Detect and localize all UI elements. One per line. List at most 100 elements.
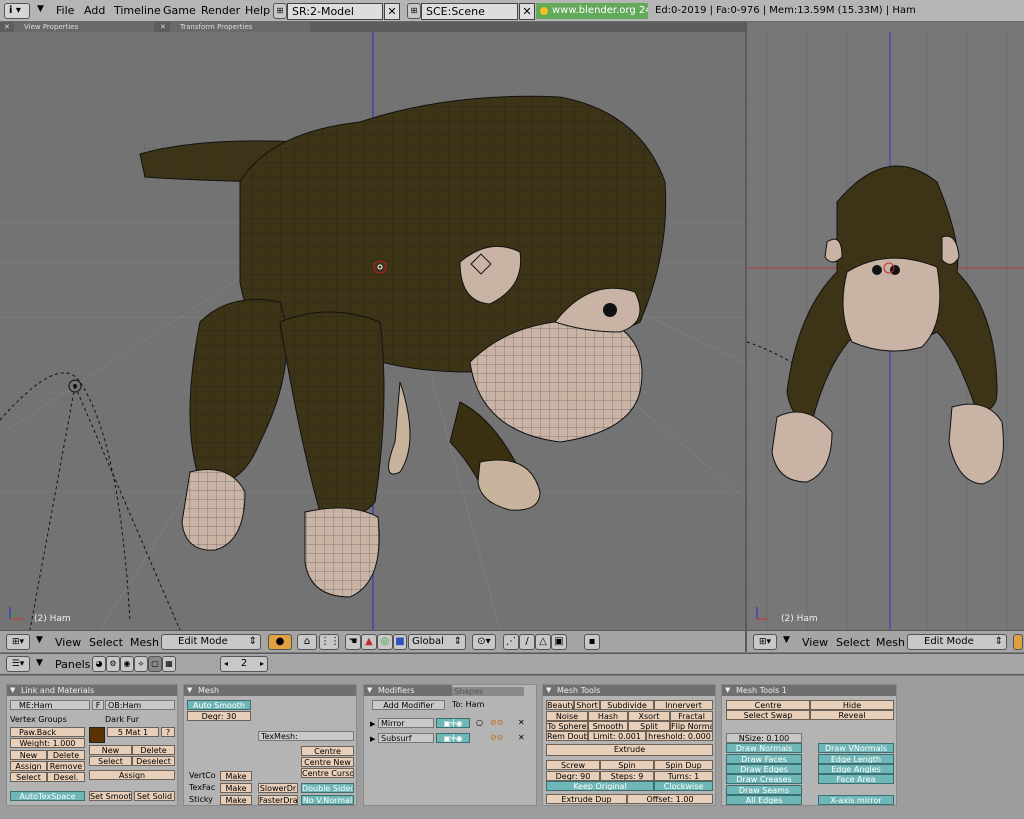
- panel-title[interactable]: Mesh Tools 1: [722, 685, 896, 696]
- centre-view-button[interactable]: Centre: [726, 700, 810, 710]
- auto-smooth-toggle[interactable]: Auto Smooth: [187, 700, 251, 710]
- remove-modifier-icon[interactable]: ✕: [518, 733, 525, 743]
- modifier-mirror-name[interactable]: Mirror: [378, 718, 434, 728]
- menu-mesh[interactable]: Mesh: [130, 636, 159, 649]
- short-toggle[interactable]: Short: [574, 700, 600, 710]
- collapse-menu-icon[interactable]: ▼: [783, 635, 790, 645]
- occlude-icon[interactable]: ▣: [551, 634, 567, 650]
- select-swap-button[interactable]: Select Swap: [726, 710, 810, 720]
- scene-browse-icon[interactable]: ⊞: [407, 3, 421, 19]
- vgroup-remove-button[interactable]: Remove: [47, 761, 85, 771]
- limit-field[interactable]: Limit: 0.001: [588, 731, 646, 741]
- panel-title[interactable]: Link and Materials: [7, 685, 177, 696]
- subsurf-visibility-toggles[interactable]: ▣╪◉: [436, 733, 470, 743]
- help-button[interactable]: ?: [161, 727, 175, 737]
- vertco-make-button[interactable]: Make: [220, 771, 252, 781]
- cage-toggle-icon[interactable]: ○: [476, 718, 483, 728]
- edge-select-icon[interactable]: /: [519, 634, 535, 650]
- xsort-button[interactable]: Xsort: [628, 711, 670, 721]
- draw-edges-toggle[interactable]: Draw Edges: [726, 764, 802, 774]
- vgroup-deselect-button[interactable]: Desel.: [47, 772, 85, 782]
- object-icon[interactable]: ⟡: [134, 656, 148, 672]
- panel-title[interactable]: Mesh: [184, 685, 356, 696]
- screw-button[interactable]: Screw: [546, 760, 600, 770]
- fake-user-button[interactable]: F: [92, 700, 104, 710]
- collapse-menu-icon[interactable]: ▼: [37, 4, 44, 14]
- panel-title[interactable]: Mesh Tools: [543, 685, 715, 696]
- rotate-icon[interactable]: ◎: [377, 634, 393, 650]
- pivot-icon[interactable]: ⌂: [297, 634, 317, 650]
- set-solid-button[interactable]: Set Solid: [134, 791, 175, 801]
- smooth-button[interactable]: Smooth: [588, 721, 628, 731]
- degree-field[interactable]: Degr: 90: [546, 771, 600, 781]
- autotexspace-toggle[interactable]: AutoTexSpace: [10, 791, 85, 801]
- screen-name-field[interactable]: SR:2-Model: [287, 3, 383, 20]
- face-area-toggle[interactable]: Face Area: [818, 774, 894, 784]
- smooth-degree-field[interactable]: Degr: 30: [187, 711, 251, 721]
- menu-select[interactable]: Select: [836, 636, 870, 649]
- material-new-button[interactable]: New: [89, 745, 132, 755]
- turns-field[interactable]: Turns: 1: [654, 771, 713, 781]
- side-3d-viewport[interactable]: (2) Ham: [747, 22, 1024, 630]
- menu-view[interactable]: View: [802, 636, 828, 649]
- material-assign-button[interactable]: Assign: [89, 770, 175, 780]
- info-icon[interactable]: i ▾: [4, 3, 30, 19]
- draw-type-icon[interactable]: [1013, 634, 1023, 650]
- no-vnormal-toggle[interactable]: No V.Normal: [301, 795, 354, 805]
- frame-number-field[interactable]: ◂ 2 ▸: [220, 656, 268, 672]
- draw-seams-toggle[interactable]: Draw Seams: [726, 785, 802, 795]
- vertex-select-icon[interactable]: ⋰: [503, 634, 519, 650]
- offset-field[interactable]: Offset: 1.00: [627, 794, 713, 804]
- tab-shapes[interactable]: Shapes: [452, 687, 524, 696]
- reveal-button[interactable]: Reveal: [810, 710, 894, 720]
- centre-cursor-button[interactable]: Centre Curso: [301, 768, 354, 778]
- material-deselect-button[interactable]: Deselect: [132, 756, 175, 766]
- faster-draw-button[interactable]: FasterDra: [258, 795, 298, 805]
- editor-type-icon[interactable]: ⊞▾: [6, 634, 30, 650]
- collapse-menu-icon[interactable]: ▼: [36, 658, 43, 668]
- menu-add[interactable]: Add: [84, 4, 105, 17]
- steps-field[interactable]: Steps: 9: [600, 771, 654, 781]
- hand-icon[interactable]: ☚: [345, 634, 361, 650]
- double-sided-toggle[interactable]: Double Sided: [301, 783, 354, 793]
- menu-help[interactable]: Help: [245, 4, 270, 17]
- edge-angles-toggle[interactable]: Edge Angles: [818, 764, 894, 774]
- mode-select[interactable]: Edit Mode ⇕: [907, 634, 1007, 650]
- shading-icon[interactable]: ◉: [120, 656, 134, 672]
- layers-icon[interactable]: ⋮⋮: [319, 634, 340, 650]
- spin-button[interactable]: Spin: [600, 760, 654, 770]
- increment-icon[interactable]: ▸: [260, 657, 264, 671]
- vgroup-assign-button[interactable]: Assign: [10, 761, 47, 771]
- extrude-dup-button[interactable]: Extrude Dup: [546, 794, 627, 804]
- subdivide-button[interactable]: Subdivide: [600, 700, 654, 710]
- menu-select[interactable]: Select: [89, 636, 123, 649]
- scene-icon[interactable]: ▦: [162, 656, 176, 672]
- object-name-field[interactable]: OB:Ham: [105, 700, 175, 710]
- menu-game[interactable]: Game: [163, 4, 196, 17]
- vgroup-new-button[interactable]: New: [10, 750, 47, 760]
- threshold-field[interactable]: hreshold: 0.000: [646, 731, 713, 741]
- editor-type-icon[interactable]: ⊞▾: [753, 634, 777, 650]
- mesh-name-field[interactable]: ME:Ham: [10, 700, 90, 710]
- face-select-icon[interactable]: △: [535, 634, 551, 650]
- main-3d-viewport[interactable]: ✕ View Properties ✕ Transform Properties: [0, 22, 745, 630]
- draw-creases-toggle[interactable]: Draw Creases: [726, 774, 802, 784]
- modifier-subsurf-name[interactable]: Subsurf: [378, 733, 434, 743]
- vgroup-delete-button[interactable]: Delete: [47, 750, 85, 760]
- vertex-group-select[interactable]: Paw.Back: [10, 727, 85, 737]
- sticky-make-button[interactable]: Make: [220, 795, 252, 805]
- slower-draw-button[interactable]: SlowerDr: [258, 783, 298, 793]
- expand-arrow-icon[interactable]: ▶: [370, 719, 375, 729]
- material-select-button[interactable]: Select: [89, 756, 132, 766]
- centre-button[interactable]: Centre: [301, 746, 354, 756]
- hash-button[interactable]: Hash: [588, 711, 628, 721]
- innervert-button[interactable]: Innervert: [654, 700, 713, 710]
- material-slot-field[interactable]: 5 Mat 1: [107, 727, 159, 737]
- expand-arrow-icon[interactable]: ▶: [370, 734, 375, 744]
- screen-close-icon[interactable]: ✕: [384, 3, 400, 20]
- weight-field[interactable]: Weight: 1.000: [10, 738, 85, 748]
- material-color-swatch[interactable]: [89, 727, 105, 743]
- clockwise-toggle[interactable]: Clockwise: [654, 781, 713, 791]
- draw-faces-toggle[interactable]: Draw Faces: [726, 754, 802, 764]
- render-icon[interactable]: ▪: [584, 634, 600, 650]
